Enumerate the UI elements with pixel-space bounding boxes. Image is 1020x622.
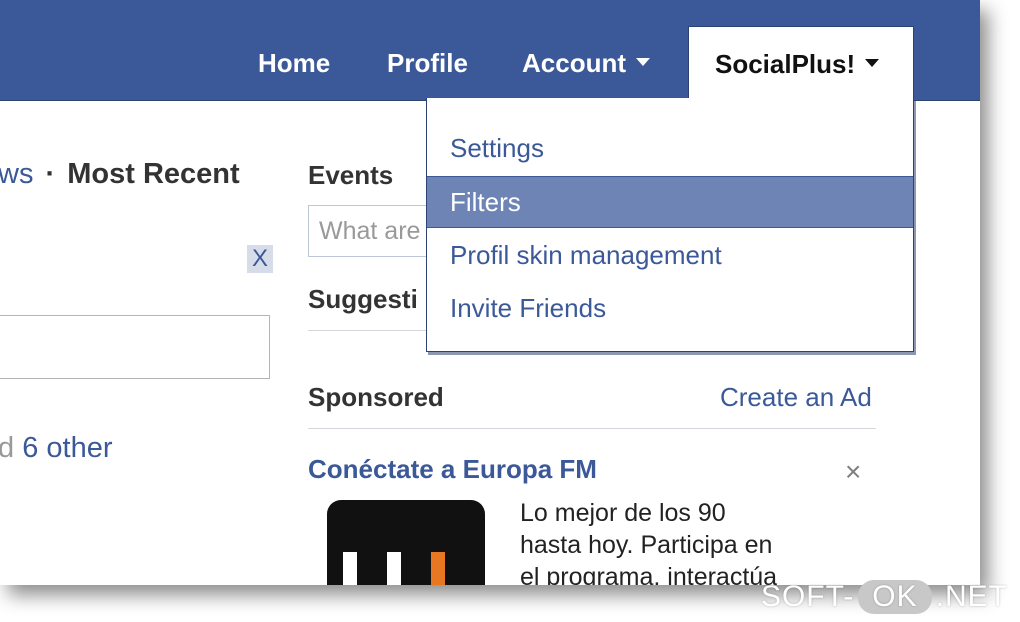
other-prefix: d — [0, 432, 15, 464]
filter-separator: · — [45, 158, 56, 190]
screenshot-stage: Home Profile Account SocialPlus! ws · Mo… — [0, 0, 1020, 622]
menu-item-settings[interactable]: Settings — [427, 122, 913, 174]
ad-image-bar — [343, 552, 357, 585]
nav-account-label: Account — [522, 48, 626, 78]
ad-description-line: el programa, interactúa — [520, 563, 778, 585]
watermark: SOFT- OK .NET — [761, 580, 1008, 614]
news-feed-link[interactable]: ws — [0, 158, 33, 190]
ad-image-bar — [387, 552, 401, 585]
ad-description-line: hasta hoy. Participa en — [520, 531, 773, 559]
events-title: Events — [308, 160, 394, 190]
other-people-text: d 6 other — [0, 432, 113, 465]
close-icon[interactable]: X — [247, 245, 273, 273]
socialplus-dropdown-menu: Settings Filters Profil skin management … — [426, 98, 914, 352]
ad-title-link[interactable]: Conéctate a Europa FM — [308, 454, 597, 485]
menu-item-profil-skin-management[interactable]: Profil skin management — [427, 229, 913, 281]
sponsored-title: Sponsored — [308, 382, 444, 412]
other-people-link[interactable]: 6 other — [22, 432, 112, 464]
ad-image[interactable] — [327, 500, 485, 585]
nav-home-link[interactable]: Home — [258, 44, 330, 82]
watermark-part: SOFT- — [760, 580, 855, 613]
facebook-page: Home Profile Account SocialPlus! ws · Mo… — [0, 0, 980, 585]
nav-profile-link[interactable]: Profile — [387, 44, 468, 82]
ad-image-bar — [431, 552, 445, 585]
socialplus-tab-label: SocialPlus! — [715, 49, 856, 79]
divider — [308, 330, 428, 331]
socialplus-menu-tab[interactable]: SocialPlus! — [688, 26, 914, 100]
menu-item-filters[interactable]: Filters — [427, 176, 913, 228]
nav-account-menu[interactable]: Account — [522, 44, 650, 82]
watermark-part: OK — [858, 580, 932, 614]
news-feed-filters: ws · Most Recent — [0, 158, 240, 191]
divider — [308, 428, 876, 429]
chevron-down-icon — [636, 58, 650, 67]
watermark-part: .NET — [935, 580, 1008, 613]
create-ad-link[interactable]: Create an Ad — [720, 382, 872, 413]
chevron-down-icon — [865, 59, 880, 68]
socialplus-tab-label-wrap: SocialPlus! — [715, 45, 880, 83]
menu-item-invite-friends[interactable]: Invite Friends — [427, 282, 913, 334]
most-recent-link[interactable]: Most Recent — [67, 158, 239, 190]
status-input[interactable] — [0, 315, 270, 379]
suggestions-title: Suggesti — [308, 284, 418, 314]
ad-description-line: Lo mejor de los 90 — [520, 499, 726, 527]
close-icon[interactable]: × — [845, 456, 861, 488]
